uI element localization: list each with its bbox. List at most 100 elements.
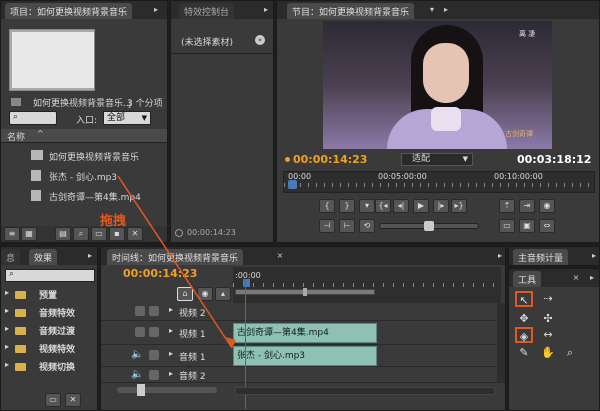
panel-menu-icon[interactable]: ▸ — [589, 251, 599, 261]
rate-stretch-tool-icon[interactable]: ↔ — [539, 327, 557, 343]
video-frame: 离 凄 古剑奇谭 — [323, 21, 552, 149]
entry-select[interactable]: 全部 ▼ — [103, 111, 151, 125]
no-clip-label: (未选择素材) — [181, 38, 234, 48]
tab-effects[interactable]: 效果 — [29, 249, 58, 265]
folder-icon — [15, 291, 26, 299]
panel-menu-icon[interactable]: ▸ — [441, 5, 451, 15]
tab-info[interactable]: 息 — [1, 249, 21, 265]
loop-icon[interactable]: ⟲ — [359, 219, 375, 233]
lift-icon[interactable]: ⇡ — [499, 199, 515, 213]
close-icon[interactable]: × — [571, 273, 581, 283]
new-bin-icon[interactable]: ▭ — [91, 227, 107, 241]
list-item[interactable]: ▸ 视频特效 — [5, 341, 95, 357]
shuttle-handle[interactable] — [424, 221, 434, 231]
eye-icon[interactable] — [135, 327, 145, 337]
play-icon[interactable]: ▶ — [413, 199, 429, 213]
zoom-slider[interactable] — [117, 384, 217, 396]
marker-icon[interactable]: ▾ — [359, 199, 375, 213]
snap-icon[interactable]: ⌂ — [177, 287, 193, 301]
expand-arrow-icon[interactable]: ▸ — [169, 305, 173, 314]
speaker-icon[interactable]: 🔈 — [131, 349, 143, 360]
program-ruler[interactable]: 00:00 00:05:00:00 00:10:00:00 — [283, 171, 595, 193]
panel-menu-icon[interactable]: ▸ — [587, 273, 597, 283]
extract-icon[interactable]: ⇥ — [519, 199, 535, 213]
fit-select[interactable]: 适配 ▼ — [401, 153, 473, 166]
search-input[interactable]: ⌕ — [9, 111, 57, 125]
panel-menu-icon[interactable]: ▾ — [427, 5, 437, 15]
tab-timeline[interactable]: 时间线：如何更换视频背景音乐 — [107, 249, 244, 265]
lock-icon[interactable] — [149, 350, 159, 360]
lock-icon[interactable] — [149, 327, 159, 337]
expand-arrow-icon[interactable]: ▸ — [169, 349, 173, 358]
list-item[interactable]: 张杰 - 剑心.mp3 — [1, 167, 167, 185]
list-item[interactable]: ▸ 音频过渡 — [5, 323, 95, 339]
panel-menu-icon[interactable]: ▸ — [151, 5, 161, 15]
delete-icon[interactable]: ✕ — [127, 227, 143, 241]
timeline-timecode[interactable]: 00:00:14:23 — [123, 267, 197, 280]
horizontal-scrollbar[interactable] — [235, 387, 495, 395]
list-item[interactable]: ▸ 预置 — [5, 287, 95, 303]
shuttle-slider[interactable] — [379, 221, 479, 231]
audio-clip[interactable]: 张杰 - 剑心.mp3 — [233, 346, 377, 366]
zoom-tool-icon[interactable]: ⌕ — [561, 345, 579, 361]
step-forward-icon[interactable]: |▸ — [433, 199, 449, 213]
marker-icon[interactable]: ▴ — [215, 287, 231, 301]
tab-effect-controls[interactable]: 特效控制台 — [179, 3, 235, 19]
tab-program[interactable]: 节目：如何更换视频背景音乐 — [287, 3, 415, 19]
expand-arrow-icon[interactable]: ▸ — [169, 369, 173, 378]
ripple-edit-tool-icon[interactable]: ✥ — [515, 311, 533, 327]
list-item[interactable]: 古剑奇谭—第4集.mp4 — [1, 187, 167, 205]
zoom-handle[interactable] — [303, 288, 307, 296]
track-select-tool-icon[interactable]: ⇢ — [539, 291, 557, 307]
playhead-handle[interactable] — [288, 180, 297, 189]
new-bin-icon[interactable]: ▭ — [45, 393, 61, 407]
panel-menu-icon[interactable]: ▸ — [495, 251, 505, 261]
vertical-scrollbar[interactable] — [497, 303, 505, 383]
list-view-icon[interactable]: ≡ — [4, 227, 20, 241]
forward-icon[interactable]: » — [255, 35, 265, 45]
tab-project[interactable]: 项目：如何更换视频背景音乐 — [5, 3, 133, 19]
go-to-out-icon[interactable]: ▸} — [451, 199, 467, 213]
new-item-icon[interactable]: ▪ — [109, 227, 125, 241]
close-icon[interactable]: × — [275, 251, 285, 261]
selection-tool-icon[interactable]: ↖ — [515, 291, 533, 307]
go-to-in-icon[interactable]: {◂ — [375, 199, 391, 213]
panel-menu-icon[interactable]: ▸ — [261, 5, 271, 15]
tab-master-audio[interactable]: 主音频计量 — [513, 249, 569, 265]
go-to-prev-edit-icon[interactable]: ⊣ — [319, 219, 335, 233]
list-item[interactable]: 如何更换视频背景音乐 — [1, 147, 167, 165]
automate-icon[interactable]: ▤ — [55, 227, 71, 241]
rolling-edit-tool-icon[interactable]: ✣ — [539, 311, 557, 327]
lock-icon[interactable] — [149, 370, 159, 380]
razor-tool-icon[interactable]: ◈ — [515, 327, 533, 343]
panel-menu-icon[interactable]: ▸ — [85, 251, 95, 261]
output-icon[interactable]: ▣ — [519, 219, 535, 233]
mark-in-icon[interactable]: { — [319, 199, 335, 213]
find-icon[interactable]: ⌕ — [73, 227, 89, 241]
effects-search-input[interactable]: ⌕ — [5, 269, 95, 282]
delete-icon[interactable]: ✕ — [65, 393, 81, 407]
step-back-icon[interactable]: ◂| — [393, 199, 409, 213]
pen-tool-icon[interactable]: ✎ — [515, 345, 533, 361]
export-frame-icon[interactable]: ◉ — [539, 199, 555, 213]
eye-icon[interactable] — [135, 306, 145, 316]
zoom-slider-handle[interactable] — [137, 384, 145, 396]
hand-tool-icon[interactable]: ✋ — [539, 345, 557, 361]
effects-panel: 息 效果 ▸ ⌕ ▸ 预置 ▸ 音频特效 ▸ 音频过渡 ▸ 视频特效 ▸ 视频切换 ▭ ✕ — [0, 246, 98, 411]
lock-icon[interactable] — [149, 306, 159, 316]
video-clip[interactable]: 古剑奇谭—第4集.mp4 — [233, 323, 377, 343]
go-to-next-edit-icon[interactable]: ⊢ — [339, 219, 355, 233]
program-current-time[interactable]: 00:00:14:23 — [293, 153, 367, 166]
timeline-ruler[interactable]: :00:00 — [233, 267, 501, 303]
trim-icon[interactable]: ⇔ — [539, 219, 555, 233]
safe-margins-icon[interactable]: ▭ — [499, 219, 515, 233]
set-marker-icon[interactable]: ◉ — [197, 287, 213, 301]
list-item[interactable]: ▸ 音频特效 — [5, 305, 95, 321]
icon-view-icon[interactable]: ▦ — [21, 227, 37, 241]
expand-arrow-icon[interactable]: ▸ — [169, 326, 173, 335]
list-item[interactable]: ▸ 视频切换 — [5, 359, 95, 375]
mark-out-icon[interactable]: } — [339, 199, 355, 213]
col-name[interactable]: 名称 — [7, 130, 25, 143]
tab-tools[interactable]: 工具 — [513, 271, 542, 287]
speaker-icon[interactable]: 🔈 — [131, 369, 143, 380]
